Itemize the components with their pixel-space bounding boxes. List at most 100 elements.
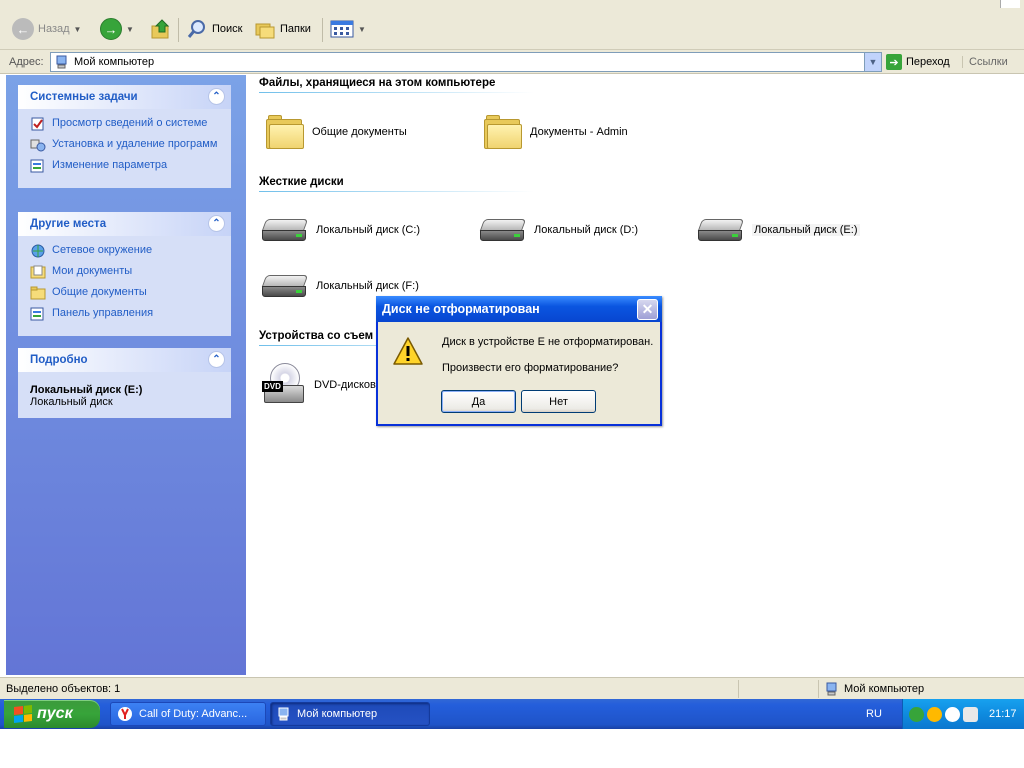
go-button[interactable]: ➔ Переход [886,54,950,70]
chevron-down-icon: ▼ [868,57,878,67]
task-pane: Системные задачи ⌃ Просмотр сведений о с… [6,75,246,675]
dialog-question: Произвести его форматирование? [442,362,619,374]
address-bar: Адрес: Мой компьютер ▼ ➔ Переход Ссылки [0,50,1024,74]
start-button[interactable]: пуск [4,700,100,728]
chevron-down-icon[interactable]: ▼ [358,25,366,34]
back-button[interactable]: ← Назад ▼ [12,16,81,42]
system-tasks-header[interactable]: Системные задачи ⌃ [18,85,231,109]
language-indicator[interactable]: RU [866,708,882,720]
hard-disk-icon [697,217,745,243]
group-header-hard-disks: Жесткие диски [259,176,344,188]
hard-disk-icon [479,217,527,243]
folder-icon [30,286,46,300]
up-button[interactable] [150,16,172,42]
start-label: пуск [37,705,73,722]
dialog-title-bar[interactable]: Диск не отформатирован ✕ [376,296,662,322]
other-places-panel: Другие места ⌃ Сетевое окружение Мои док… [18,212,231,336]
dvd-drive-item[interactable]: DVD DVD-дисково [262,363,382,407]
collapse-chevron-icon[interactable]: ⌃ [208,88,225,105]
place-link-label: Общие документы [52,286,147,298]
group-header-removable: Устройства со съем [259,330,374,342]
task-link-label: Установка и удаление программ [52,138,218,150]
links-button[interactable]: Ссылки [962,56,1008,68]
task-link-label: Изменение параметра [52,159,168,171]
clock[interactable]: 21:17 [989,708,1017,720]
address-value: Мой компьютер [74,56,155,68]
control-panel-link[interactable]: Панель управления [30,307,231,321]
control-panel-icon [30,307,44,321]
other-places-title: Другие места [30,218,107,230]
hard-disk-icon [261,217,309,243]
search-button[interactable]: Поиск [186,16,242,42]
taskbar-item-browser[interactable]: Call of Duty: Advanc... [110,702,266,726]
address-input[interactable]: Мой компьютер ▼ [50,52,882,72]
item-label: DVD-дисково [314,379,382,391]
chevron-down-icon[interactable]: ▼ [126,25,134,34]
item-label: Документы - Admin [530,126,628,138]
taskbar-item-my-computer[interactable]: Мой компьютер [270,702,430,726]
status-bar: Выделено объектов: 1 Мой компьютер [0,677,1024,699]
details-name: Локальный диск (E:) [30,384,143,396]
other-places-header[interactable]: Другие места ⌃ [18,212,231,236]
network-icon [31,244,45,258]
shared-documents-item[interactable]: Общие документы [266,115,407,149]
change-setting-link[interactable]: Изменение параметра [30,159,231,173]
search-label: Поиск [212,23,243,35]
collapse-chevron-icon[interactable]: ⌃ [208,351,225,368]
details-header[interactable]: Подробно ⌃ [18,348,231,372]
views-button[interactable]: ▼ [330,16,366,42]
folder-icon [484,115,522,149]
dvd-badge: DVD [262,381,283,392]
folders-button[interactable]: Папки [254,16,311,42]
system-tasks-title: Системные задачи [30,91,138,103]
dialog-message: Диск в устройстве E не отформатирован. [442,336,654,348]
status-section [738,680,818,698]
group-divider [259,92,534,93]
disk-c-item[interactable]: Локальный диск (C:) [261,217,420,243]
no-button[interactable]: Нет [521,390,596,413]
details-title: Подробно [30,354,88,366]
admin-documents-item[interactable]: Документы - Admin [484,115,628,149]
details-panel: Подробно ⌃ Локальный диск (E:) Локальный… [18,348,231,418]
folders-icon [255,23,275,39]
tray-volume-icon[interactable] [945,706,960,722]
chevron-down-icon[interactable]: ▼ [74,25,82,34]
yandex-browser-icon [118,707,132,721]
my-documents-link[interactable]: Мои документы [30,265,231,279]
address-label: Адрес: [9,56,44,68]
go-arrow-icon: ➔ [886,54,902,70]
tray-notepad-icon[interactable] [963,706,978,722]
taskbar: пуск Call of Duty: Advanc... Мой компьют… [0,699,1024,729]
item-label: Общие документы [312,126,407,138]
toolbar-separator [322,18,323,42]
yes-button[interactable]: Да [441,390,516,413]
shared-documents-link[interactable]: Общие документы [30,286,231,300]
add-remove-programs-icon [30,139,46,152]
views-icon [330,20,354,38]
view-system-info-link[interactable]: Просмотр сведений о системе [30,117,231,131]
windows-flag-icon [14,705,32,723]
toolbar: ← Назад ▼ → ▼ Поиск Папки ▼ [0,8,1024,50]
network-places-link[interactable]: Сетевое окружение [30,244,231,258]
disk-d-item[interactable]: Локальный диск (D:) [479,217,639,243]
my-computer-icon [278,707,289,721]
place-link-label: Мои документы [52,265,133,277]
task-label: Мой компьютер [297,708,378,720]
folder-icon [266,115,304,149]
item-label: Локальный диск (F:) [316,280,419,292]
forward-button[interactable]: → ▼ [100,16,134,42]
add-remove-programs-link[interactable]: Установка и удаление программ [30,138,231,152]
tray-app-icon[interactable] [909,706,924,722]
close-button[interactable]: ✕ [637,299,658,320]
menu-bar [0,0,1024,8]
address-dropdown-button[interactable]: ▼ [864,53,881,71]
back-label: Назад [38,23,70,35]
disk-e-item[interactable]: Локальный диск (E:) [697,217,860,243]
item-label: Локальный диск (E:) [752,224,860,236]
collapse-chevron-icon[interactable]: ⌃ [208,215,225,232]
control-panel-icon [30,159,44,173]
folder-up-icon [151,19,170,39]
status-selection: Выделено объектов: 1 [6,683,121,695]
tray-app-icon[interactable] [927,706,942,722]
item-label: Локальный диск (D:) [534,224,639,236]
